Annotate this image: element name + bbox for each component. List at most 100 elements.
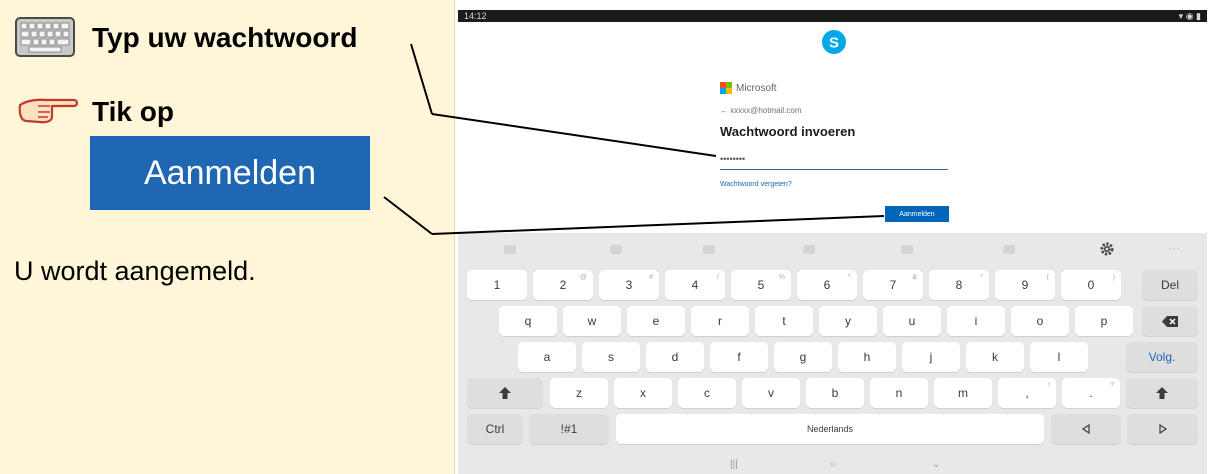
key-sub-label: ? <box>1110 382 1114 389</box>
handwriting-icon[interactable] <box>901 245 913 254</box>
key-label: e <box>652 314 660 328</box>
key-z[interactable]: z <box>550 378 608 408</box>
key-sub-label: ( <box>1046 274 1049 281</box>
key-8[interactable]: 8 * <box>929 270 989 300</box>
key-b[interactable]: b <box>806 378 864 408</box>
text-edit-icon[interactable] <box>1003 245 1015 254</box>
key-h[interactable]: h <box>838 342 896 372</box>
sticker-icon[interactable] <box>610 245 622 254</box>
key-t[interactable]: t <box>755 306 813 336</box>
status-bar: 14:12 ▾ ◉ ▮ <box>458 10 1207 22</box>
recent-apps-icon[interactable]: ||| <box>730 459 738 470</box>
key-p[interactable]: p <box>1075 306 1133 336</box>
microsoft-name: Microsoft <box>736 82 777 94</box>
key-k[interactable]: k <box>966 342 1024 372</box>
key-label: 6 <box>823 278 831 292</box>
key-o[interactable]: o <box>1011 306 1069 336</box>
key-label: f <box>737 350 741 364</box>
svg-text:S: S <box>829 35 839 52</box>
signin-button-sample: Aanmelden <box>90 136 370 210</box>
on-screen-keyboard: ··· 1 2 @3 #4/5% 6 ^ 7 & 8 * 9(0) Del qwertyuiop a… <box>458 233 1207 474</box>
key-q[interactable]: q <box>499 306 557 336</box>
microsoft-logo-icon <box>720 82 732 94</box>
clipboard-icon[interactable] <box>703 245 715 254</box>
key-2[interactable]: 2 @ <box>533 270 593 300</box>
key-label: 1 <box>493 278 501 292</box>
key-1[interactable]: 1 <box>467 270 527 300</box>
key-5[interactable]: 5% <box>731 270 791 300</box>
key-label: g <box>799 350 807 364</box>
ctrl-key[interactable]: Ctrl <box>467 414 523 444</box>
key-label: s <box>608 350 614 364</box>
key-n[interactable]: n <box>870 378 928 408</box>
shift-icon <box>1156 387 1168 399</box>
shift-left-key[interactable] <box>467 378 543 408</box>
key-label: 4 <box>691 278 699 292</box>
key-g[interactable]: g <box>774 342 832 372</box>
backspace-icon <box>1162 315 1178 327</box>
voice-icon[interactable] <box>803 245 815 254</box>
key-label: t <box>782 314 786 328</box>
key-label: a <box>543 350 551 364</box>
instruction-panel: Typ uw wachtwoord Tik op Aanmelden U wor… <box>0 0 455 474</box>
gear-icon[interactable] <box>1099 241 1115 257</box>
key-label: 8 <box>955 278 963 292</box>
emoji-icon[interactable] <box>504 245 516 254</box>
arrow-right-icon <box>1158 424 1167 434</box>
key-period[interactable]: .? <box>1062 378 1120 408</box>
key-m[interactable]: m <box>934 378 992 408</box>
page-title: Wachtwoord invoeren <box>720 124 856 139</box>
signin-button[interactable]: Aanmelden <box>885 206 949 222</box>
key-r[interactable]: r <box>691 306 749 336</box>
key-3[interactable]: 3 # <box>599 270 659 300</box>
key-l[interactable]: l <box>1030 342 1088 372</box>
key-u[interactable]: u <box>883 306 941 336</box>
key-sub-label: # <box>649 274 653 281</box>
key-x[interactable]: x <box>614 378 672 408</box>
symbols-key[interactable]: !#1 <box>529 414 609 444</box>
key-sub-label: & <box>912 274 917 281</box>
key-i[interactable]: i <box>947 306 1005 336</box>
key-label: i <box>974 314 978 328</box>
key-label: w <box>587 314 597 328</box>
key-f[interactable]: f <box>710 342 768 372</box>
key-9[interactable]: 9( <box>995 270 1055 300</box>
keyboard-icon <box>15 17 75 57</box>
key-6[interactable]: 6 ^ <box>797 270 857 300</box>
next-key[interactable]: Volg. <box>1126 342 1198 372</box>
shift-right-key[interactable] <box>1126 378 1198 408</box>
key-label: 9 <box>1021 278 1029 292</box>
key-c[interactable]: c <box>678 378 736 408</box>
key-7[interactable]: 7 & <box>863 270 923 300</box>
backspace-key[interactable] <box>1142 306 1198 336</box>
key-label: q <box>524 314 532 328</box>
key-label: r <box>718 314 722 328</box>
password-field[interactable] <box>720 149 948 170</box>
key-s[interactable]: s <box>582 342 640 372</box>
key-label: 5 <box>757 278 765 292</box>
shift-icon <box>499 387 511 399</box>
space-key[interactable]: Nederlands <box>616 414 1044 444</box>
key-w[interactable]: w <box>563 306 621 336</box>
back-icon[interactable]: ⌄ <box>932 459 940 470</box>
key-sub-label: / <box>717 274 719 281</box>
key-d[interactable]: d <box>646 342 704 372</box>
key-4[interactable]: 4/ <box>665 270 725 300</box>
key-0[interactable]: 0) <box>1061 270 1121 300</box>
key-j[interactable]: j <box>902 342 960 372</box>
key-label: 7 <box>889 278 897 292</box>
home-icon[interactable]: ○ <box>830 459 836 470</box>
forgot-password-link[interactable]: Wachtwoord vergeten? <box>720 181 792 188</box>
key-a[interactable]: a <box>518 342 576 372</box>
arrow-left-key[interactable] <box>1051 414 1121 444</box>
key-e[interactable]: e <box>627 306 685 336</box>
account-email[interactable]: ← xxxxx@hotmail.com <box>720 106 801 115</box>
delete-key[interactable]: Del <box>1142 270 1198 300</box>
arrow-right-key[interactable] <box>1127 414 1198 444</box>
result-text: U wordt aangemeld. <box>14 256 256 286</box>
key-v[interactable]: v <box>742 378 800 408</box>
key-sub-label: ! <box>1048 382 1050 389</box>
key-comma[interactable]: ,! <box>998 378 1056 408</box>
key-y[interactable]: y <box>819 306 877 336</box>
more-options-icon[interactable]: ··· <box>1168 241 1180 255</box>
